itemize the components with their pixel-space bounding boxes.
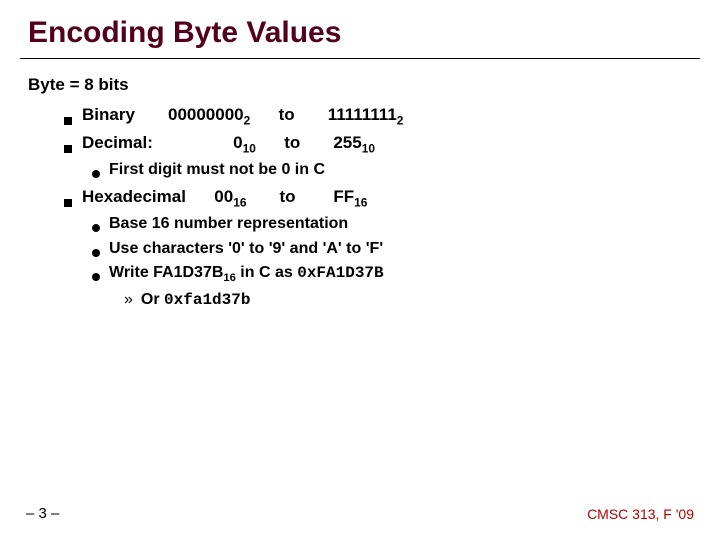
square-bullet-icon (64, 145, 72, 153)
slide-content: Byte = 8 bits Binary 000000002 to 111111… (0, 59, 720, 311)
decimal-row-text: Decimal: 010 to 25510 (82, 131, 375, 157)
sub-bullet-hex-base16: Base 16 number representation (92, 213, 720, 235)
hex-row-text: Hexadecimal 0016 to FF16 (82, 185, 367, 211)
square-bullet-icon (64, 117, 72, 125)
disc-bullet-icon (92, 249, 100, 257)
sub-bullet-decimal-note: First digit must not be 0 in C (92, 159, 720, 181)
sub-sub-bullet-hex-or: » Or 0xfa1d37b (124, 289, 720, 311)
disc-bullet-icon (92, 170, 100, 178)
decimal-note-text: First digit must not be 0 in C (109, 159, 325, 181)
hex-note-d: Or 0xfa1d37b (141, 289, 251, 311)
sub-bullet-hex-write: Write FA1D37B16 in C as 0xFA1D37B (92, 262, 720, 287)
hex-note-c: Write FA1D37B16 in C as 0xFA1D37B (109, 262, 384, 287)
page-number: – 3 – (26, 505, 59, 522)
bullet-binary: Binary 000000002 to 111111112 (64, 103, 720, 129)
hex-note-b: Use characters '0' to '9' and 'A' to 'F' (109, 238, 383, 260)
slide: Encoding Byte Values Byte = 8 bits Binar… (0, 0, 720, 540)
square-bullet-icon (64, 199, 72, 207)
slide-title: Encoding Byte Values (0, 0, 720, 58)
bullet-hex: Hexadecimal 0016 to FF16 (64, 185, 720, 211)
arrow-bullet-icon: » (124, 289, 133, 311)
disc-bullet-icon (92, 273, 100, 281)
course-footer: CMSC 313, F '09 (587, 506, 694, 522)
disc-bullet-icon (92, 224, 100, 232)
sub-bullet-hex-chars: Use characters '0' to '9' and 'A' to 'F' (92, 238, 720, 260)
section-heading: Byte = 8 bits (28, 73, 720, 97)
bullet-decimal: Decimal: 010 to 25510 (64, 131, 720, 157)
hex-note-a: Base 16 number representation (109, 213, 348, 235)
binary-row-text: Binary 000000002 to 111111112 (82, 103, 403, 129)
